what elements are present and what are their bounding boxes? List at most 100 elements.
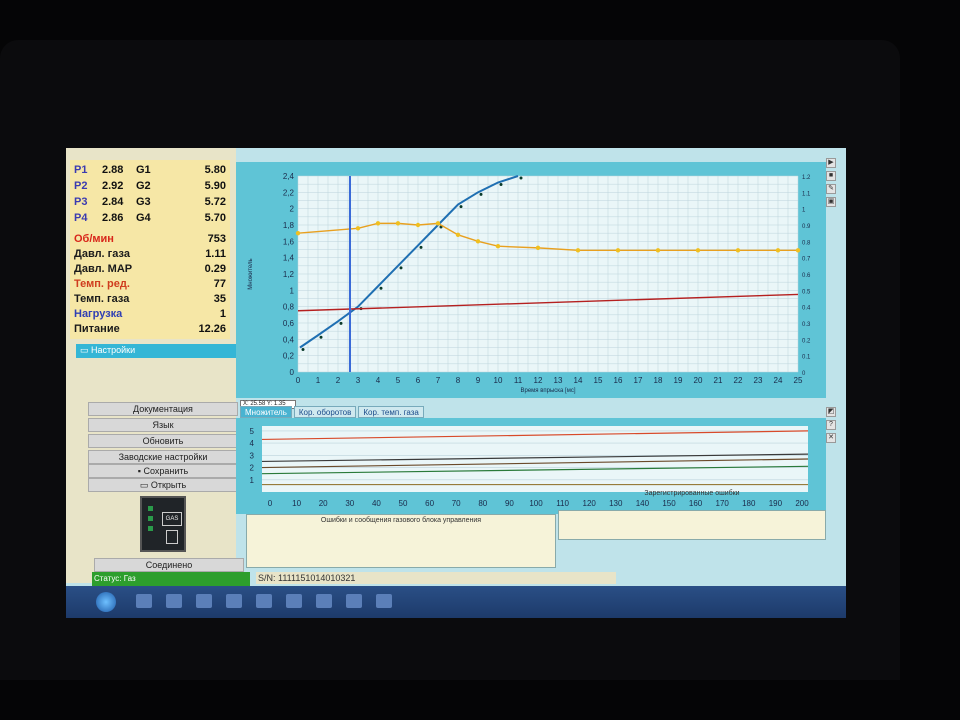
- x-tick-label: 30: [345, 499, 354, 508]
- series-point: [375, 221, 381, 226]
- x-tick-label: 6: [416, 376, 421, 385]
- tab-gas-temp-correction[interactable]: Кор. темп. газа: [358, 406, 424, 418]
- app-icon[interactable]: [226, 594, 242, 608]
- x-tick-label: 13: [554, 376, 563, 385]
- series-point: [519, 176, 523, 180]
- toolbar-button[interactable]: ✕: [826, 433, 836, 443]
- sensor-row: Темп. ред. 77: [74, 277, 226, 292]
- series-point: [399, 266, 403, 270]
- x-tick-label: 90: [505, 499, 514, 508]
- registered-errors-pane: [558, 510, 826, 540]
- update-button[interactable]: Обновить: [88, 434, 238, 448]
- series-point: [355, 226, 361, 231]
- app-icon[interactable]: [256, 594, 272, 608]
- y-tick-label: 1,8: [283, 221, 295, 230]
- series-point: [295, 230, 301, 236]
- tab-rpm-correction[interactable]: Кор. оборотов: [293, 406, 357, 418]
- app-icon[interactable]: [286, 594, 302, 608]
- x-tick-label: 70: [452, 499, 461, 508]
- injector-gas: G3: [136, 196, 151, 208]
- y2-tick-label: 0.1: [802, 355, 811, 361]
- x-tick-label: 24: [774, 376, 783, 385]
- app-screen: P1 2.88 G1 5.80 P2 2.92 G2 5.90 P3 2.84 G3 5.72 P4 2.…: [66, 148, 846, 618]
- sensor-label: Об/мин: [74, 233, 114, 245]
- connection-select[interactable]: Соединено: [94, 558, 244, 572]
- injector-value: 5.80: [204, 164, 226, 176]
- toolbar-button[interactable]: ▣: [826, 197, 836, 207]
- y2-tick-label: 0: [802, 371, 806, 377]
- fuel-pump-icon: [166, 530, 178, 544]
- documentation-button[interactable]: Документация: [88, 402, 238, 416]
- x-axis-label: Время впрыска [мс]: [520, 388, 575, 394]
- save-button[interactable]: ▪ Сохранить: [88, 464, 238, 478]
- ie-icon[interactable]: [136, 594, 152, 608]
- x-tick-label: 0: [296, 376, 301, 385]
- series-point: [479, 192, 483, 196]
- toolbar-button[interactable]: ◩: [826, 407, 836, 417]
- start-button-icon[interactable]: [96, 592, 116, 612]
- x-tick-label: 14: [574, 376, 583, 385]
- toolbar-button[interactable]: ✎: [826, 184, 836, 194]
- x-tick-label: 10: [494, 376, 503, 385]
- injector-label: P1: [74, 164, 88, 176]
- x-tick-label: 100: [529, 499, 543, 508]
- series-point: [379, 286, 383, 290]
- series-point: [735, 248, 741, 253]
- app-icon[interactable]: [376, 594, 392, 608]
- y-tick-label: 2,2: [283, 188, 295, 197]
- x-tick-label: 25: [794, 376, 803, 385]
- x-tick-label: 5: [396, 376, 401, 385]
- sensor-value: 12.26: [198, 323, 226, 335]
- y2-tick-label: 0.5: [802, 289, 811, 295]
- open-button[interactable]: ▭ Открыть: [88, 478, 238, 492]
- injector-pressure: 2.92: [102, 180, 124, 192]
- gas-ecu-device-icon: GAS: [140, 496, 186, 552]
- y-axis-label: Множитель: [248, 258, 254, 289]
- y2-tick-label: 0.9: [802, 224, 811, 230]
- injector-value: 5.72: [204, 196, 226, 208]
- toolbar-button[interactable]: ?: [826, 420, 836, 430]
- x-tick-label: 19: [674, 376, 683, 385]
- sensor-value: 1: [219, 308, 226, 320]
- language-button[interactable]: Язык: [88, 418, 238, 432]
- y-tick-label: 1,2: [283, 270, 295, 279]
- injector-value: 5.90: [204, 180, 226, 192]
- multiplier-chart[interactable]: 0 1 2 3 4 5 6 7 8 9 10 11 12 13 14 15 16 17 18 19 20 21 22 23 24…: [236, 162, 826, 398]
- led-icon: [148, 516, 153, 521]
- x-tick-label: 80: [478, 499, 487, 508]
- folder-icon[interactable]: [166, 594, 182, 608]
- injector-pressure: 2.88: [102, 164, 124, 176]
- x-tick-label: 20: [319, 499, 328, 508]
- x-tick-label: 11: [514, 376, 523, 385]
- tab-multiplier[interactable]: Множитель: [240, 406, 292, 418]
- x-tick-label: 16: [614, 376, 623, 385]
- gas-label: GAS: [162, 512, 182, 526]
- y2-tick-label: 0.8: [802, 240, 811, 246]
- injector-row: P2 2.92 G2 5.90: [74, 178, 226, 194]
- media-icon[interactable]: [196, 594, 212, 608]
- injector-gas: G1: [136, 164, 151, 176]
- injector-gas: G2: [136, 180, 151, 192]
- app-icon[interactable]: [316, 594, 332, 608]
- sensor-row: Питание 12.26: [74, 322, 226, 337]
- series-point: [535, 245, 541, 251]
- series-point: [419, 245, 423, 249]
- factory-settings-button[interactable]: Заводские настройки: [88, 450, 238, 464]
- toolbar-button[interactable]: ▶: [826, 158, 836, 168]
- toolbar-button[interactable]: ■: [826, 171, 836, 181]
- sensor-label: Питание: [74, 323, 120, 335]
- registered-errors-title: Зарегистрированные ошибки: [644, 490, 740, 497]
- serial-number: S/N: 1111151014010321: [256, 572, 616, 584]
- y-tick-label: 1: [250, 476, 255, 485]
- sensor-value: 35: [213, 293, 226, 305]
- x-tick-label: 18: [654, 376, 663, 385]
- app-icon[interactable]: [346, 594, 362, 608]
- sensor-label: Давл. MAP: [74, 263, 133, 275]
- series-point: [499, 183, 503, 187]
- y-tick-label: 1: [290, 286, 295, 295]
- folder-icon: ▭: [80, 345, 92, 355]
- series-point: [495, 244, 501, 249]
- series-point: [795, 248, 801, 253]
- injector-pressure: 2.86: [102, 212, 124, 224]
- settings-header[interactable]: ▭ Настройки: [76, 344, 236, 358]
